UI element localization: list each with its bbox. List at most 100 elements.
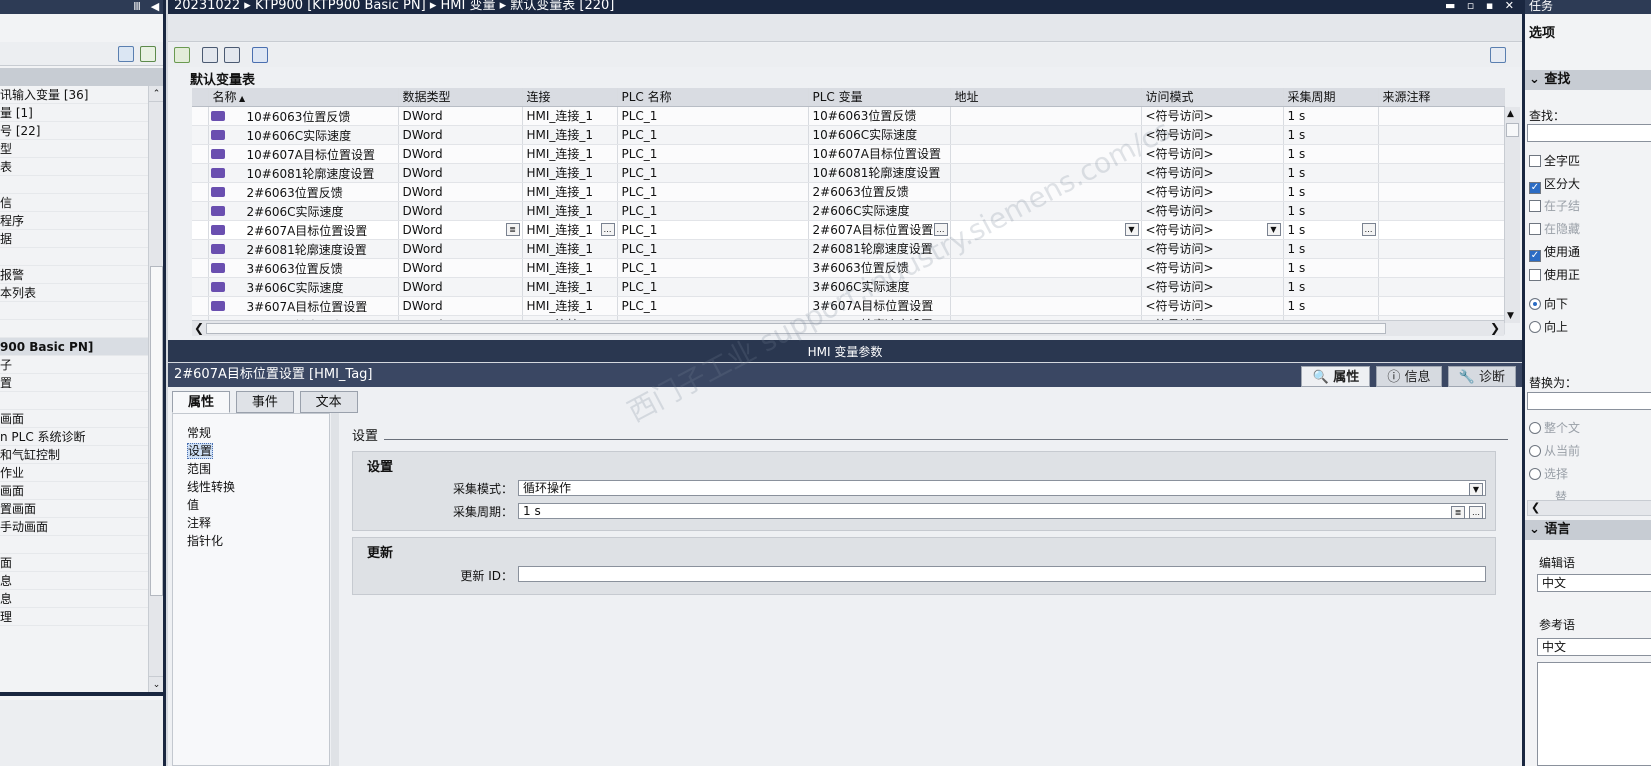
languages-header[interactable]: ⌄ 语言 (1525, 520, 1651, 540)
table-row[interactable]: 2#607A目标位置设置 DWord ≣ HMI_连接_1… PLC_1 2#607A目标… (192, 220, 1505, 240)
browse-icon[interactable]: … (933, 222, 948, 236)
chevron-down-icon[interactable]: ▼ (1266, 222, 1281, 236)
table-cell[interactable]: <符号访问> ▼ (1141, 220, 1284, 240)
table-view-icon[interactable] (118, 46, 134, 62)
table-vscrollbar[interactable]: ▲ ▼ (1504, 107, 1520, 323)
table-cell[interactable]: HMI_连接_1 (522, 201, 618, 221)
table-cell[interactable]: <符号访问> (1141, 239, 1284, 259)
scope-selection-radio[interactable]: 选择 (1529, 465, 1568, 482)
tree-item[interactable]: 息 (0, 572, 148, 590)
table-cell[interactable]: DWord (398, 277, 523, 297)
table-cell[interactable]: PLC_1 (617, 106, 809, 126)
table-cell[interactable]: 1 s (1283, 239, 1379, 259)
row-selector[interactable] (192, 144, 209, 164)
scroll-right-icon[interactable]: ❯ (1490, 321, 1500, 335)
table-cell[interactable] (1378, 144, 1505, 164)
row-selector[interactable] (192, 277, 209, 297)
tree-item[interactable]: 作业 (0, 464, 148, 482)
pin-icon[interactable]: Ⅲ (130, 0, 144, 14)
table-cell[interactable]: 2#607A目标位置设置 (208, 220, 399, 240)
find-replace-header[interactable]: ⌄ 查找 (1525, 70, 1651, 90)
tree-item[interactable]: 息 (0, 590, 148, 608)
find-option-checkbox[interactable]: ✓ 使用通 (1529, 243, 1580, 262)
tree-item[interactable] (0, 536, 148, 554)
column-header[interactable]: 连接 (522, 88, 618, 107)
column-header[interactable]: 访问模式 (1141, 88, 1284, 107)
table-cell[interactable]: 1 s (1283, 125, 1379, 145)
table-cell[interactable] (950, 163, 1142, 183)
table-cell[interactable]: DWord (398, 182, 523, 202)
table-cell[interactable] (1378, 258, 1505, 278)
table-cell[interactable] (1378, 239, 1505, 259)
row-selector[interactable] (192, 201, 209, 221)
table-cell[interactable]: 2#607A目标位置设置… (808, 220, 951, 240)
tree-item[interactable]: 据 (0, 230, 148, 248)
scroll-thumb[interactable] (206, 323, 1386, 334)
table-cell[interactable]: 1 s (1283, 201, 1379, 221)
table-cell[interactable]: PLC_1 (617, 125, 809, 145)
table-cell[interactable]: <符号访问> (1141, 163, 1284, 183)
row-selector[interactable] (192, 239, 209, 259)
table-cell[interactable] (1378, 125, 1505, 145)
table-cell[interactable]: HMI_连接_1 (522, 296, 618, 316)
tree-item[interactable]: 画面 (0, 410, 148, 428)
table-cell[interactable]: 10#6081轮廓速度设置 (208, 163, 399, 183)
table-cell[interactable]: HMI_连接_1 (522, 277, 618, 297)
project-tree-scrollbar[interactable]: ⌃ ⌄ (148, 86, 163, 692)
table-cell[interactable]: <符号访问> (1141, 258, 1284, 278)
table-row[interactable]: 10#607A目标位置设置 DWord HMI_连接_1 PLC_1 10#607A目标… (192, 144, 1505, 164)
row-selector[interactable] (192, 220, 209, 240)
nav-item[interactable]: 指针化 (173, 532, 329, 550)
nav-item[interactable]: 注释 (173, 514, 329, 532)
table-cell[interactable]: 2#6063位置反馈 (808, 182, 951, 202)
table-cell[interactable]: PLC_1 (617, 296, 809, 316)
scroll-left-icon[interactable]: ❮ (1531, 501, 1540, 514)
table-cell[interactable]: 10#607A目标位置设置 (808, 144, 951, 164)
panel-options-icon[interactable] (1490, 47, 1506, 63)
table-cell[interactable]: <符号访问> (1141, 182, 1284, 202)
table-cell[interactable] (1378, 201, 1505, 221)
table-row[interactable]: 10#6063位置反馈 DWord HMI_连接_1 PLC_1 10#6063位置反馈… (192, 106, 1505, 126)
replace-input[interactable] (1527, 392, 1651, 410)
scope-whole-radio[interactable]: 整个文 (1529, 419, 1580, 436)
tree-item[interactable]: 画面 (0, 482, 148, 500)
table-cell[interactable]: <符号访问> (1141, 144, 1284, 164)
table-cell[interactable]: HMI_连接_1… (522, 220, 618, 240)
column-header[interactable]: 来源注释 (1378, 88, 1505, 107)
table-row[interactable]: 2#6081轮廓速度设置 DWord HMI_连接_1 PLC_1 2#6081轮廓速度… (192, 239, 1505, 259)
tasks-hscrollbar[interactable]: ❮ (1527, 500, 1651, 516)
table-cell[interactable]: 2#606C实际速度 (208, 201, 399, 221)
table-cell[interactable]: 1 s (1283, 277, 1379, 297)
nav-item[interactable]: 值 (173, 496, 329, 514)
table-cell[interactable] (1378, 277, 1505, 297)
table-row[interactable]: 10#6081轮廓速度设置 DWord HMI_连接_1 PLC_1 10#6081轮廓… (192, 163, 1505, 183)
tree-item[interactable]: 本列表 (0, 284, 148, 302)
table-cell[interactable] (1378, 106, 1505, 126)
nav-item[interactable]: 范围 (173, 460, 329, 478)
tree-item[interactable] (0, 248, 148, 266)
table-cell[interactable]: 10#606C实际速度 (208, 125, 399, 145)
table-cell[interactable]: 3#607A目标位置设置 (808, 296, 951, 316)
table-row[interactable]: 2#6063位置反馈 DWord HMI_连接_1 PLC_1 2#6063位置反馈 <符… (192, 182, 1505, 202)
scroll-up-icon[interactable]: ▲ (1507, 109, 1514, 119)
add-tag-icon[interactable] (174, 47, 190, 63)
nav-splitter[interactable] (331, 413, 339, 766)
table-cell[interactable]: 10#6063位置反馈 (808, 106, 951, 126)
tree-item[interactable]: 和气缸控制 (0, 446, 148, 464)
table-cell[interactable]: HMI_连接_1 (522, 239, 618, 259)
table-cell[interactable]: DWord ≣ (398, 220, 523, 240)
table-cell[interactable]: 10#6081轮廓速度设置 (808, 163, 951, 183)
tree-item[interactable]: 号 [22] (0, 122, 148, 140)
table-row[interactable]: 3#607A目标位置设置 DWord HMI_连接_1 PLC_1 3#607A目标位置… (192, 296, 1505, 316)
import-tags-icon[interactable] (224, 47, 240, 63)
tab-diagnostics[interactable]: 🔧 诊断 (1447, 366, 1516, 387)
tree-item[interactable]: 置 (0, 374, 148, 392)
dir-down-radio[interactable]: 向下 (1529, 295, 1568, 312)
table-cell[interactable]: <符号访问> (1141, 296, 1284, 316)
nav-item[interactable]: 设置 (173, 442, 329, 460)
table-row[interactable]: 10#606C实际速度 DWord HMI_连接_1 PLC_1 10#606C实际速度… (192, 125, 1505, 145)
chevron-down-icon[interactable]: ▼ (1124, 222, 1139, 236)
tree-item[interactable]: 讯输入变量 [36] (0, 86, 148, 104)
column-header[interactable]: 名称 ▲ (208, 88, 399, 107)
table-cell[interactable]: HMI_连接_1 (522, 163, 618, 183)
